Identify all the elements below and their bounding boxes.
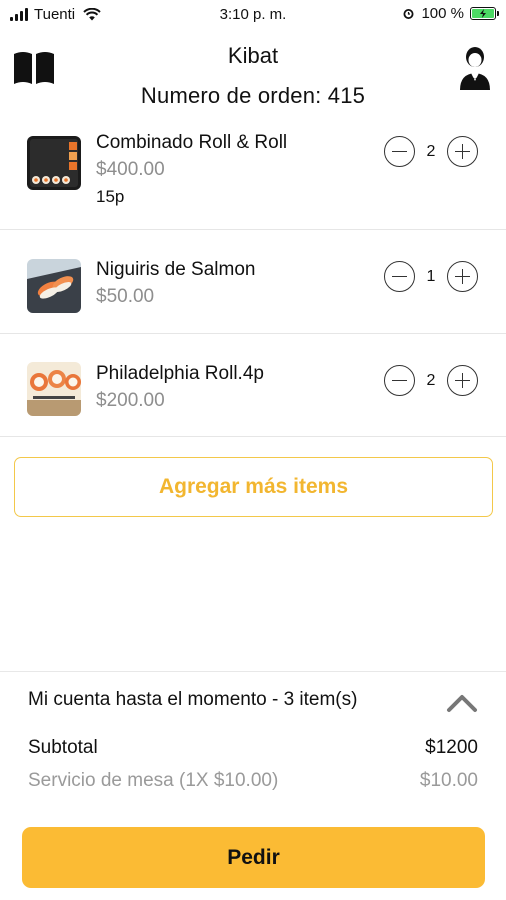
- item-price: $200.00: [96, 390, 165, 411]
- item-name: Combinado Roll & Roll: [96, 132, 288, 153]
- place-order-button[interactable]: Pedir: [22, 827, 485, 888]
- order-summary: Mi cuenta hasta el momento - 3 item(s) S…: [0, 671, 506, 900]
- increase-quantity-button[interactable]: [447, 261, 478, 292]
- decrease-quantity-button[interactable]: [384, 365, 415, 396]
- service-fee-value: $10.00: [419, 770, 478, 791]
- item-quantity: 1: [426, 267, 436, 285]
- decrease-quantity-button[interactable]: [384, 261, 415, 292]
- list-item: Philadelphia Roll.4p $200.00 2: [0, 334, 506, 437]
- item-note: 15p: [96, 187, 125, 206]
- item-price: $50.00: [96, 286, 155, 307]
- service-fee-label: Servicio de mesa (1X $10.00): [28, 770, 279, 791]
- item-quantity: 2: [426, 371, 436, 389]
- add-more-items-button[interactable]: Agregar más items: [14, 457, 493, 517]
- status-right: 100 %: [402, 5, 499, 22]
- list-item: Niguiris de Salmon $50.00 1: [0, 230, 506, 334]
- alarm-icon: [403, 9, 414, 19]
- item-name: Niguiris de Salmon: [96, 259, 256, 280]
- chevron-up-icon[interactable]: [446, 692, 478, 714]
- item-thumbnail: [27, 259, 81, 313]
- item-price: $400.00: [96, 159, 165, 180]
- summary-title: Mi cuenta hasta el momento - 3 item(s): [28, 689, 358, 710]
- order-items-list: Combinado Roll & Roll $400.00 15p 2 Nigu…: [0, 126, 506, 437]
- quantity-stepper: 2: [384, 365, 478, 396]
- item-quantity: 2: [426, 142, 436, 160]
- subtotal-value: $1200: [425, 737, 478, 758]
- quantity-stepper: 2: [384, 136, 478, 167]
- order-number: Numero de orden: 415: [140, 83, 366, 108]
- item-thumbnail: [27, 362, 81, 416]
- app-title: Kibat: [227, 43, 279, 68]
- waiter-icon[interactable]: [458, 44, 492, 92]
- item-thumbnail: [27, 136, 81, 190]
- increase-quantity-button[interactable]: [447, 365, 478, 396]
- battery-percent: 100 %: [421, 5, 464, 22]
- header: Kibat Numero de orden: 415: [0, 34, 506, 120]
- quantity-stepper: 1: [384, 261, 478, 292]
- subtotal-label: Subtotal: [28, 737, 98, 758]
- item-name: Philadelphia Roll.4p: [96, 363, 264, 384]
- list-item: Combinado Roll & Roll $400.00 15p 2: [0, 126, 506, 230]
- increase-quantity-button[interactable]: [447, 136, 478, 167]
- status-bar: Tuenti 3:10 p. m. 100 %: [0, 0, 506, 30]
- decrease-quantity-button[interactable]: [384, 136, 415, 167]
- battery-charging-icon: [470, 7, 499, 20]
